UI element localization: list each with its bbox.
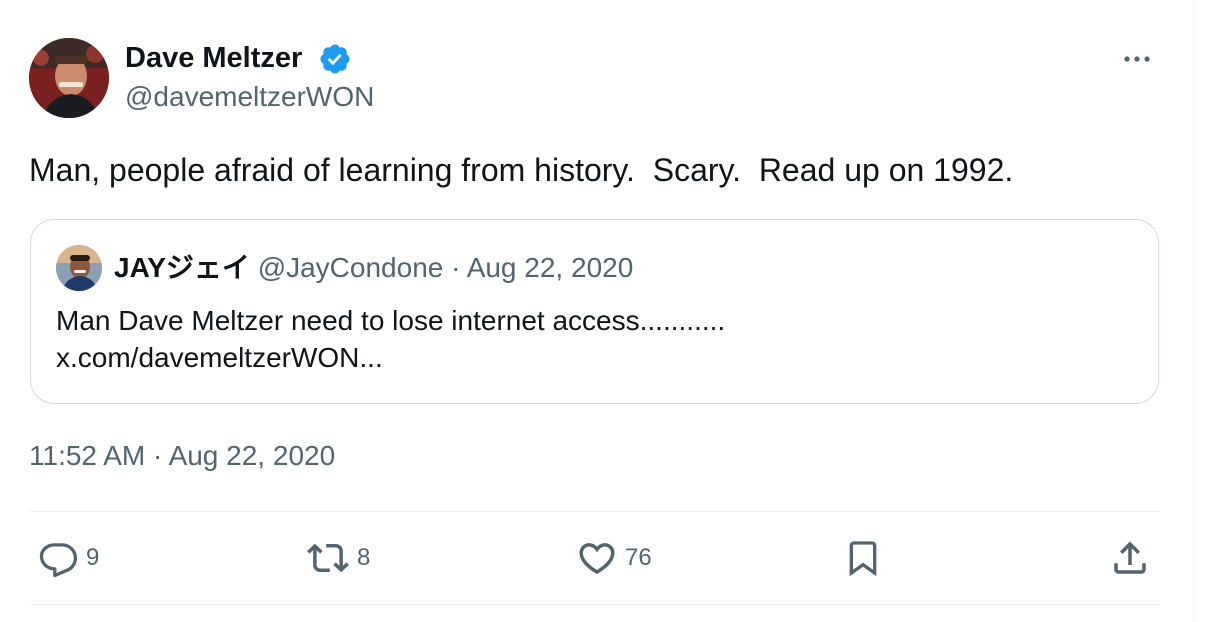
like-count: 76 [625,544,652,571]
quoted-author-avatar [56,245,102,291]
share-button[interactable] [1108,535,1152,581]
repost-icon [307,543,349,573]
quoted-text: Man Dave Meltzer need to lose internet a… [56,302,1136,376]
more-options-button[interactable] [1120,44,1154,74]
quoted-tweet-card[interactable]: JAYジェイ @JayCondone · Aug 22, 2020 Man Da… [30,219,1159,404]
tweet-text: Man, people afraid of learning from hist… [29,152,1014,188]
more-horizontal-icon [1124,56,1150,62]
reply-count: 9 [86,544,100,571]
tweet-timestamp[interactable]: 11:52 AM · Aug 22, 2020 [29,438,335,474]
divider [29,511,1160,512]
tweet: Dave Meltzer @davemeltzerWON Man, people… [0,0,1193,622]
share-icon [1114,541,1146,574]
reply-button[interactable]: 9 [38,535,99,581]
column-border [1193,0,1194,622]
author-handle[interactable]: @davemeltzerWON [125,80,374,114]
quoted-text-line: Man Dave Meltzer need to lose internet a… [56,305,726,336]
author-avatar[interactable] [29,38,109,118]
quoted-author-handle[interactable]: @JayCondone [258,252,444,283]
verified-badge-icon[interactable] [318,42,352,76]
quoted-date[interactable]: Aug 22, 2020 [467,252,634,283]
repost-count: 8 [357,544,371,571]
bookmark-icon [849,541,877,577]
quoted-link[interactable]: x.com/davemeltzerWON... [56,339,1136,376]
repost-button[interactable]: 8 [305,535,370,581]
divider [29,604,1160,605]
like-button[interactable]: 76 [575,535,652,581]
quoted-separator: · [451,252,461,283]
quoted-header: JAYジェイ @JayCondone · Aug 22, 2020 [114,250,633,286]
quoted-author-name[interactable]: JAYジェイ [114,252,250,283]
bookmark-button[interactable] [843,535,883,581]
heart-icon [579,543,615,575]
author-name[interactable]: Dave Meltzer [125,40,302,76]
reply-icon [39,543,78,578]
